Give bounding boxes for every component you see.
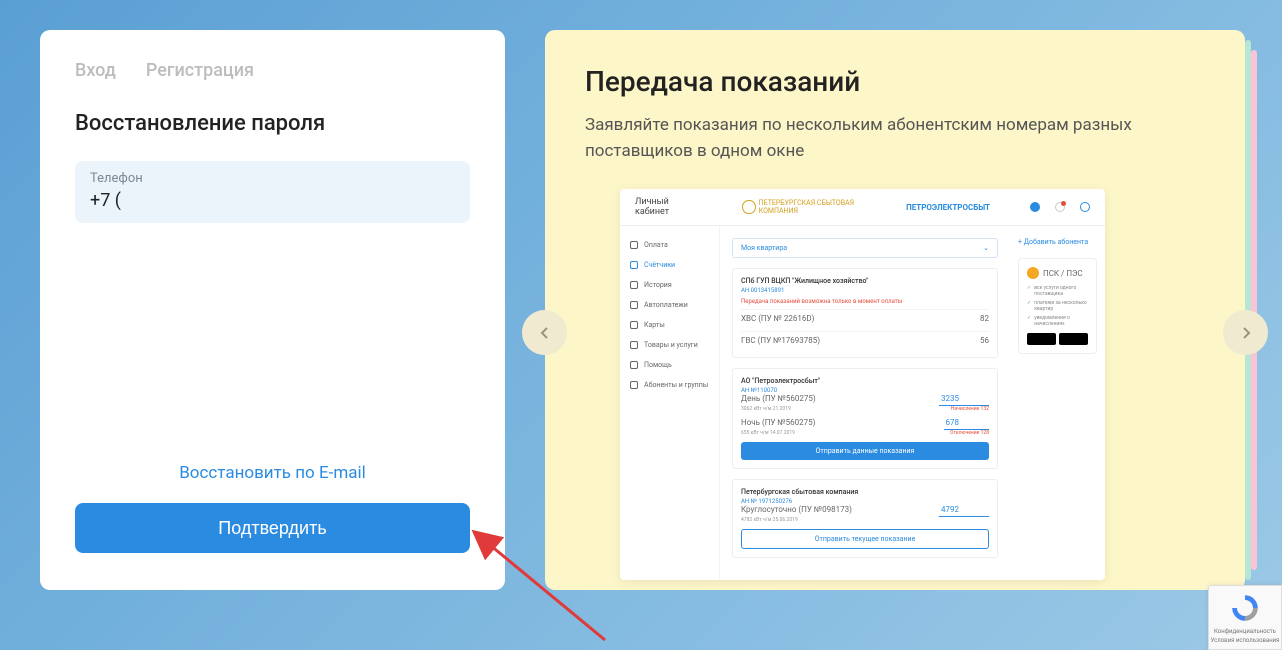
mock-add-subscriber: + Добавить абонента [1018,238,1097,246]
promo-description: Заявляйте показания по нескольким абонен… [585,113,1205,164]
mock-provider-block: АО "Петроэлектросбыт" АН №110070 День (П… [732,368,998,469]
phone-label: Телефон [90,171,455,186]
mock-provider-card: ПСК / ПЭС все услуги одного поставщика п… [1018,258,1097,354]
promo-title: Передача показаний [585,65,1205,98]
sidebar-item-abonenty: Абоненты и группы [630,381,709,389]
mock-logo-psk: ПЕТЕРБУРГСКАЯ СБЫТОВАЯ КОМПАНИЯ [742,199,886,215]
sidebar-item-pomosh: Помощь [630,361,709,369]
sidebar-item-oplata: Оплата [630,241,709,249]
recaptcha-terms: Условия использования [1209,637,1281,644]
recaptcha-privacy: Конфиденциальность [1209,628,1281,635]
phone-value: +7 ( [90,190,455,211]
recaptcha-badge[interactable]: Конфиденциальность Условия использования [1208,585,1282,650]
mock-right-panel: + Добавить абонента ПСК / ПЭС все услуги… [1010,226,1105,580]
page-title: Восстановление пароля [75,111,470,136]
googleplay-badge [1059,333,1088,345]
sidebar-item-schetchiki: Счётчики [630,261,709,269]
login-card: Вход Регистрация Восстановление пароля Т… [40,30,505,590]
sidebar-item-avtoplatezhi: Автоплатежи [630,301,709,309]
recaptcha-icon [1229,592,1261,624]
user-icon [1080,202,1090,212]
carousel-prev-button[interactable] [522,310,567,355]
mock-logo-pes: ПЕТРОЭЛЕКТРОСБЫТ [906,203,990,212]
mock-provider-block: Петербургская сбытовая компания АН № 197… [732,479,998,558]
mock-sidebar: Оплата Счётчики История Автоплатежи Карт… [620,226,720,580]
eye-icon [1030,202,1040,212]
tab-register[interactable]: Регистрация [146,60,254,81]
tab-login[interactable]: Вход [75,60,116,81]
chevron-left-icon [537,325,553,341]
chevron-right-icon [1238,325,1254,341]
sidebar-item-istoriya: История [630,281,709,289]
promo-card: Передача показаний Заявляйте показания п… [545,30,1245,590]
phone-input[interactable]: Телефон +7 ( [75,161,470,223]
mock-provider-block: СПб ГУП ВЦКП "Жилищное хозяйство" АН 001… [732,268,998,358]
sidebar-item-karty: Карты [630,321,709,329]
notification-icon [1055,202,1065,212]
promo-screenshot: Личный кабинет ПЕТЕРБУРГСКАЯ СБЫТОВАЯ КО… [620,189,1105,580]
mock-main: Моя квартира⌄ СПб ГУП ВЦКП "Жилищное хоз… [720,226,1010,580]
mock-app-title: Личный кабинет [635,197,702,217]
appstore-badge [1027,333,1056,345]
carousel-next-button[interactable] [1223,310,1268,355]
restore-by-email-link[interactable]: Восстановить по E-mail [75,463,470,483]
mock-header: Личный кабинет ПЕТЕРБУРГСКАЯ СБЫТОВАЯ КО… [620,189,1105,226]
mock-send-button: Отправить данные показания [741,442,989,460]
mock-send-button: Отправить текущее показание [741,529,989,549]
sidebar-item-tovary: Товары и услуги [630,341,709,349]
confirm-button[interactable]: Подтвердить [75,503,470,553]
auth-tabs: Вход Регистрация [75,60,470,81]
mock-apartment-select: Моя квартира⌄ [732,238,998,258]
